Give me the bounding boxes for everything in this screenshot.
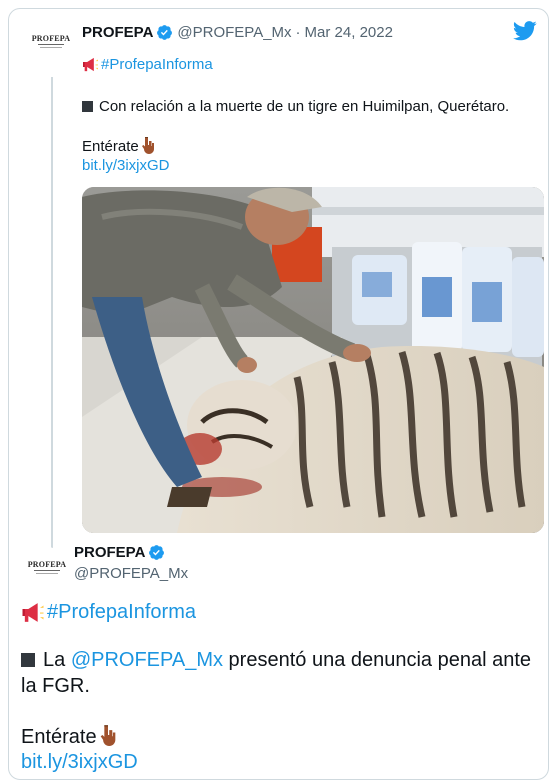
parent-tweet[interactable]: PROFEPA PROFEPA @PROFEPA_Mx · Mar 24, 20… [27, 21, 547, 551]
parent-text-line1: Con relación a la muerte de un tigre en … [82, 98, 509, 115]
separator-dot: · [295, 23, 301, 41]
verified-badge-icon [156, 24, 173, 41]
parent-enterate-row: Entérate [82, 136, 156, 155]
main-display-name[interactable]: PROFEPA [74, 544, 145, 561]
avatar-logo-text: PROFEPA [27, 560, 67, 569]
black-square-icon [82, 101, 93, 112]
body-prefix: La [43, 649, 71, 671]
parent-avatar[interactable]: PROFEPA [31, 21, 71, 61]
parent-short-link[interactable]: bit.ly/3ixjxGD [82, 157, 170, 174]
parent-enterate-text: Entérate [82, 138, 139, 155]
parent-handle[interactable]: @PROFEPA_Mx [177, 24, 291, 41]
twitter-bird-icon[interactable] [513, 21, 537, 46]
pointing-down-hand-icon [140, 136, 156, 154]
verified-badge-icon [148, 544, 165, 561]
main-handle[interactable]: @PROFEPA_Mx [74, 565, 188, 582]
logo-subrule [36, 573, 58, 574]
thread-connector-line [51, 77, 53, 551]
main-enterate-row: Entérate [21, 724, 541, 750]
parent-header: PROFEPA @PROFEPA_Mx · Mar 24, 2022 [82, 21, 393, 43]
black-square-icon [21, 653, 35, 667]
parent-hashtag-row: #ProfepaInforma [82, 56, 213, 73]
main-short-link[interactable]: bit.ly/3ixjxGD [21, 749, 541, 775]
photo-illustration [82, 187, 544, 533]
parent-date[interactable]: Mar 24, 2022 [305, 24, 393, 41]
main-hashtag-link[interactable]: #ProfepaInforma [47, 599, 196, 625]
tiger-truck-photo[interactable] [82, 187, 544, 533]
embedded-tweet-card: PROFEPA PROFEPA @PROFEPA_Mx · Mar 24, 20… [8, 8, 549, 780]
main-name-row: PROFEPA [74, 544, 165, 561]
main-avatar[interactable]: PROFEPA [27, 547, 67, 587]
logo-subrule [40, 47, 62, 48]
megaphone-icon [21, 602, 45, 623]
main-hashtag-row: #ProfepaInforma [21, 599, 541, 625]
logo-rule [34, 570, 60, 571]
main-enterate-text: Entérate [21, 726, 97, 748]
megaphone-icon [82, 57, 99, 72]
parent-body-text: Con relación a la muerte de un tigre en … [99, 98, 510, 115]
parent-hashtag-link[interactable]: #ProfepaInforma [101, 56, 213, 73]
pointing-down-hand-icon [98, 724, 118, 746]
parent-display-name[interactable]: PROFEPA [82, 24, 153, 41]
avatar-logo-text: PROFEPA [31, 34, 71, 43]
mention-link[interactable]: @PROFEPA_Mx [71, 649, 223, 671]
logo-rule [38, 44, 64, 45]
main-body: La @PROFEPA_Mx presentó una denuncia pen… [21, 647, 541, 699]
